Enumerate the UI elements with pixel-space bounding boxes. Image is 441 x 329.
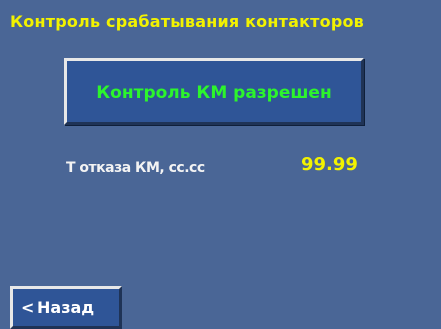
km-failure-time-label: Т отказа КМ, сс.сс: [66, 160, 205, 176]
km-control-button-label: Контроль КМ разрешен: [96, 83, 332, 103]
page-title: Контроль срабатывания контакторов: [10, 12, 364, 31]
hmi-screen: Контроль срабатывания контакторов Контро…: [0, 0, 441, 329]
back-button[interactable]: < Назад: [10, 286, 122, 329]
km-control-toggle-button[interactable]: Контроль КМ разрешен: [64, 58, 364, 125]
back-button-label: Назад: [37, 298, 95, 317]
km-failure-time-value[interactable]: 99.99: [301, 154, 358, 175]
back-arrow-icon: <: [21, 298, 35, 317]
